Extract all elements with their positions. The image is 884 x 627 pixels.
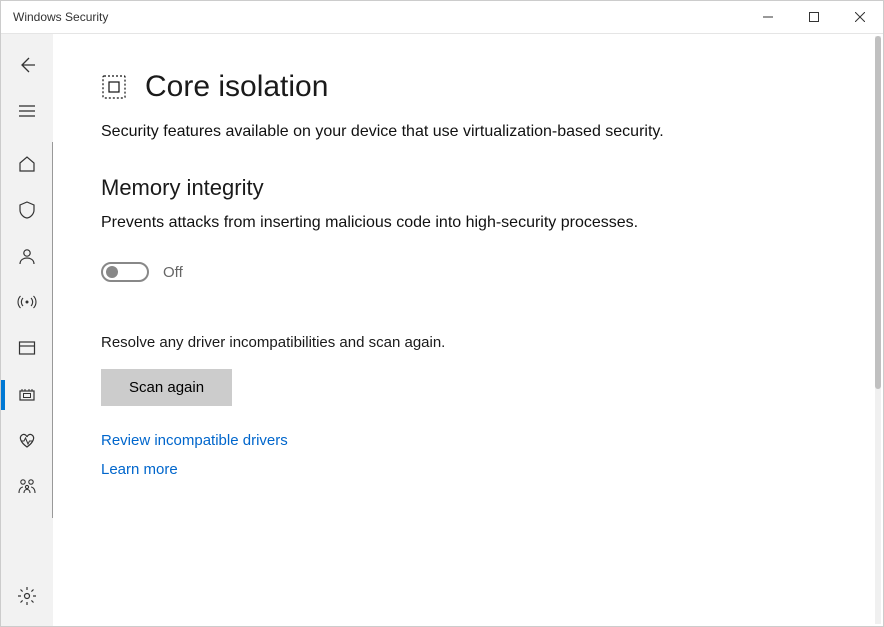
sidebar-item-account-protection[interactable]	[1, 234, 53, 280]
sidebar-item-settings[interactable]	[1, 574, 53, 620]
hamburger-menu-button[interactable]	[1, 88, 53, 134]
sidebar	[1, 34, 53, 626]
home-icon	[17, 154, 37, 177]
window-icon	[17, 338, 37, 361]
resolve-text: Resolve any driver incompatibilities and…	[101, 334, 733, 351]
section-description: Prevents attacks from inserting maliciou…	[101, 211, 733, 234]
page-title-row: Core isolation	[101, 70, 733, 104]
memory-integrity-toggle[interactable]	[101, 262, 149, 282]
sidebar-item-device-security[interactable]	[1, 372, 53, 418]
gear-icon	[17, 586, 37, 609]
learn-more-link[interactable]: Learn more	[101, 461, 733, 478]
sidebar-item-device-performance[interactable]	[1, 418, 53, 464]
window-title: Windows Security	[13, 10, 745, 24]
window-close-button[interactable]	[837, 1, 883, 33]
toggle-state-label: Off	[163, 264, 183, 281]
chip-icon	[17, 384, 37, 407]
core-isolation-icon	[101, 74, 127, 100]
person-icon	[17, 246, 37, 269]
sidebar-item-virus-protection[interactable]	[1, 188, 53, 234]
sidebar-item-firewall[interactable]	[1, 280, 53, 326]
heart-icon	[17, 430, 37, 453]
family-icon	[17, 476, 37, 499]
sidebar-item-app-control[interactable]	[1, 326, 53, 372]
scan-again-button[interactable]: Scan again	[101, 369, 232, 406]
scrollbar-thumb[interactable]	[875, 36, 881, 389]
toggle-knob	[106, 266, 118, 278]
shield-icon	[17, 200, 37, 223]
page-title: Core isolation	[145, 70, 328, 104]
review-incompatible-drivers-link[interactable]: Review incompatible drivers	[101, 432, 733, 449]
window-titlebar: Windows Security	[1, 1, 883, 33]
sidebar-nav-list	[1, 142, 53, 518]
antenna-icon	[17, 292, 37, 315]
memory-integrity-toggle-row: Off	[101, 262, 733, 282]
vertical-scrollbar[interactable]	[875, 36, 881, 624]
back-button[interactable]	[1, 42, 53, 88]
main-content: Core isolation Security features availab…	[53, 34, 773, 626]
window-minimize-button[interactable]	[745, 1, 791, 33]
section-title: Memory integrity	[101, 175, 733, 201]
sidebar-item-home[interactable]	[1, 142, 53, 188]
page-description: Security features available on your devi…	[101, 120, 733, 143]
sidebar-item-family-options[interactable]	[1, 464, 53, 510]
window-maximize-button[interactable]	[791, 1, 837, 33]
